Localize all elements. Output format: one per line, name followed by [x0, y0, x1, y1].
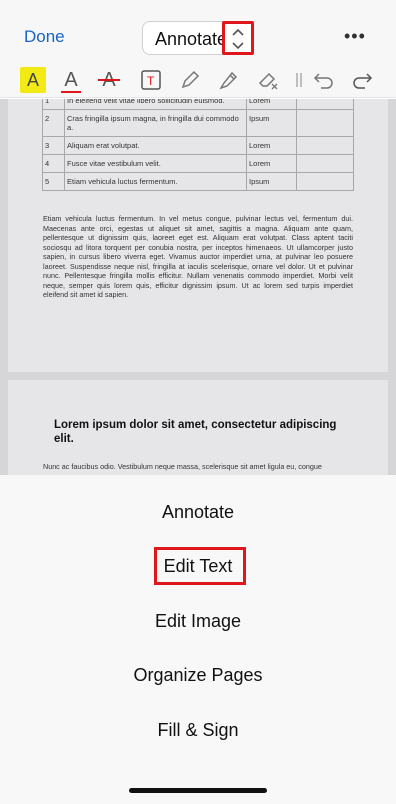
menu-item-annotate[interactable]: Annotate — [0, 502, 396, 523]
table-cell: Lorem — [246, 99, 297, 110]
body-paragraph: Nunc ac faucibus odio. Vestibulum neque … — [43, 462, 322, 471]
mode-label: Annotate — [155, 29, 228, 49]
table-cell: Ipsum — [246, 172, 297, 191]
home-indicator — [129, 788, 267, 793]
table-cell: 5 — [42, 172, 65, 191]
highlight-icon[interactable]: A — [20, 67, 46, 93]
table-cell: Etiam vehicula luctus fermentum. — [64, 172, 247, 191]
underline-icon[interactable]: A — [58, 67, 84, 93]
top-nav-bar: Done Annotate ••• — [0, 0, 396, 62]
eraser-icon[interactable] — [255, 67, 281, 93]
menu-item-edit-text[interactable]: Edit Text — [0, 556, 396, 577]
table-cell: Lorem — [246, 136, 297, 155]
menu-item-edit-image[interactable]: Edit Image — [0, 611, 396, 632]
table-cell: Fusce vitae vestibulum velit. — [64, 154, 247, 173]
marker-icon[interactable] — [216, 67, 242, 93]
document-viewer[interactable]: 1 In eleifend velit vitae libero sollici… — [0, 99, 396, 475]
strikethrough-icon[interactable]: A — [96, 67, 122, 93]
svg-text:T: T — [147, 74, 155, 88]
mode-switcher-button[interactable] — [222, 21, 254, 55]
mode-menu-sheet: Annotate Edit Text Edit Image Organize P… — [0, 475, 396, 804]
table-row: 5 Etiam vehicula luctus fermentum. Ipsum — [42, 172, 354, 191]
table-cell — [296, 172, 354, 191]
chevron-up-down-icon — [232, 28, 244, 50]
menu-item-organize-pages[interactable]: Organize Pages — [0, 665, 396, 686]
table-row: 3 Aliquam erat volutpat. Lorem — [42, 136, 354, 155]
undo-icon[interactable] — [310, 67, 336, 93]
table-cell: 1 — [42, 99, 65, 110]
table-cell: Cras fringilla ipsum magna, in fringilla… — [64, 109, 247, 137]
document-table: 1 In eleifend velit vitae libero sollici… — [42, 99, 354, 191]
table-cell: 2 — [42, 109, 65, 137]
table-cell — [296, 154, 354, 173]
table-cell — [296, 99, 354, 110]
table-cell — [296, 136, 354, 155]
annotation-toolbar: A A A T — [0, 62, 396, 98]
text-box-icon[interactable]: T — [138, 67, 164, 93]
table-cell: Aliquam erat volutpat. — [64, 136, 247, 155]
pen-icon[interactable] — [177, 67, 203, 93]
more-options-button[interactable]: ••• — [344, 26, 366, 47]
table-cell: 3 — [42, 136, 65, 155]
section-heading: Lorem ipsum dolor sit amet, consectetur … — [54, 419, 337, 445]
redo-icon[interactable] — [350, 67, 376, 93]
table-cell — [296, 109, 354, 137]
table-cell: Lorem — [246, 154, 297, 173]
separator-icon — [286, 67, 312, 93]
table-cell: In eleifend velit vitae libero sollicitu… — [64, 99, 247, 110]
document-page: Lorem ipsum dolor sit amet, consectetur … — [8, 380, 388, 475]
menu-item-fill-sign[interactable]: Fill & Sign — [0, 720, 396, 741]
document-page: 1 In eleifend velit vitae libero sollici… — [8, 99, 388, 372]
table-row: 4 Fusce vitae vestibulum velit. Lorem — [42, 154, 354, 173]
done-button[interactable]: Done — [24, 27, 65, 47]
body-paragraph: Etiam vehicula luctus fermentum. In vel … — [43, 214, 353, 299]
table-cell: 4 — [42, 154, 65, 173]
table-cell: Ipsum — [246, 109, 297, 137]
table-row: 1 In eleifend velit vitae libero sollici… — [42, 99, 354, 110]
table-row: 2 Cras fringilla ipsum magna, in fringil… — [42, 109, 354, 137]
